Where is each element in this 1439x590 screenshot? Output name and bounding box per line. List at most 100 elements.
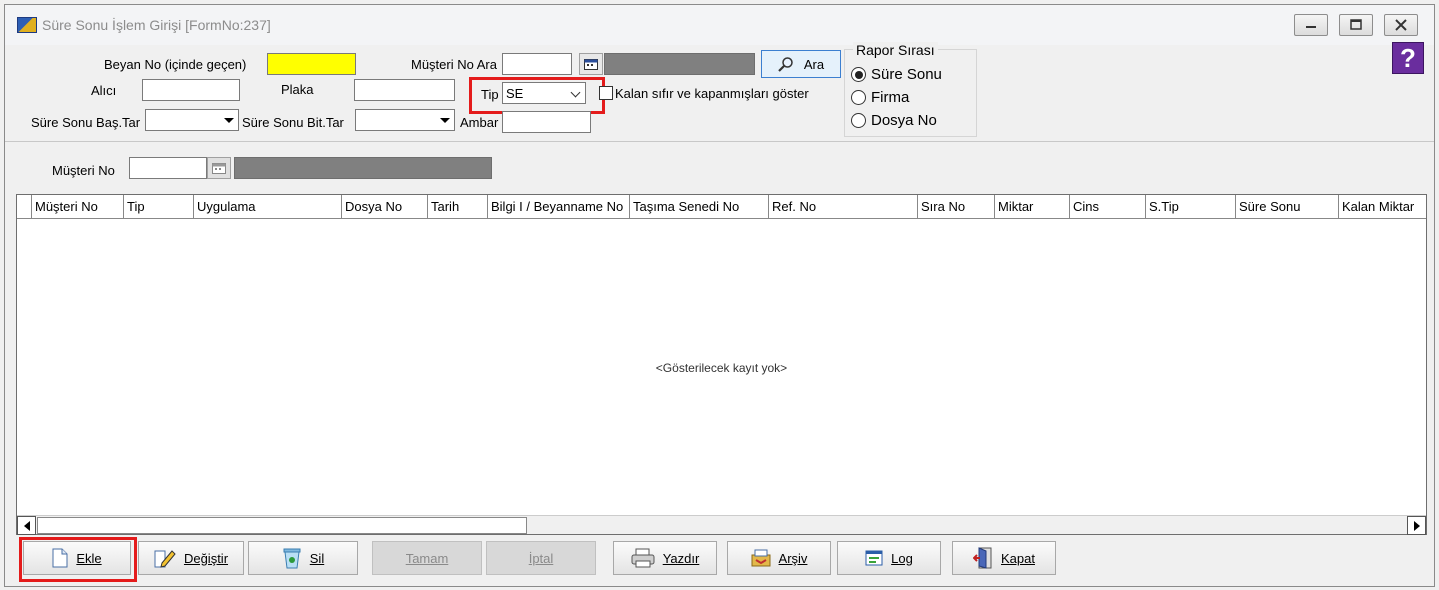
col-header[interactable]: Kalan Miktar <box>1339 195 1426 219</box>
radio-firma[interactable]: Firma <box>851 89 909 106</box>
recycle-bin-icon <box>283 548 301 569</box>
degistir-button[interactable]: Değiştir <box>138 541 244 575</box>
sil-button[interactable]: Sil <box>248 541 358 575</box>
col-header[interactable]: Dosya No <box>342 195 428 219</box>
sure-sonu-bit-label: Süre Sonu Bit.Tar <box>242 115 344 130</box>
rapor-sirasi-legend: Rapor Sırası <box>853 42 938 58</box>
radio-selected-icon <box>851 67 866 82</box>
main-window: Süre Sonu İşlem Girişi [FormNo:237] ? Be… <box>4 4 1435 587</box>
empty-message: <Gösterilecek kayıt yok> <box>655 361 788 375</box>
degistir-label: Değiştir <box>183 550 229 566</box>
highlight-tip <box>469 77 605 114</box>
ara-button-label: Ara <box>803 56 825 72</box>
scroll-left-button[interactable] <box>17 516 36 535</box>
beyan-no-label: Beyan No (içinde geçen) <box>104 57 247 72</box>
col-header[interactable]: Süre Sonu <box>1236 195 1339 219</box>
minimize-button[interactable] <box>1294 14 1328 36</box>
kalan-label: Kalan sıfır ve kapanmışları göster <box>615 86 809 101</box>
col-header[interactable]: S.Tip <box>1146 195 1236 219</box>
col-header[interactable]: Bilgi I / Beyanname No <box>488 195 630 219</box>
musteri-name-display <box>604 53 755 75</box>
radio-unselected-icon <box>851 90 866 105</box>
radio-firma-label: Firma <box>871 89 910 106</box>
dropdown-arrow-icon <box>224 118 234 123</box>
yazdir-label: Yazdır <box>662 550 700 566</box>
beyan-no-input[interactable] <box>267 53 356 75</box>
log-label: Log <box>891 550 913 566</box>
sil-label: Sil <box>309 550 325 566</box>
yazdir-button[interactable]: Yazdır <box>613 541 717 575</box>
alici-input[interactable] <box>142 79 240 101</box>
scroll-thumb[interactable] <box>37 517 527 534</box>
calendar-icon <box>212 162 226 174</box>
minimize-icon <box>1306 26 1316 28</box>
dropdown-arrow-icon <box>440 118 450 123</box>
sure-sonu-bas-date[interactable] <box>145 109 239 131</box>
alici-label: Alıcı <box>91 83 117 98</box>
edit-document-icon <box>154 550 176 568</box>
col-header[interactable]: Cins <box>1070 195 1146 219</box>
musteri-no-name-display <box>234 157 492 179</box>
search-icon <box>778 57 793 72</box>
col-header[interactable]: Müşteri No <box>32 195 124 219</box>
tamam-label: Tamam <box>405 550 449 566</box>
kapat-button[interactable]: Kapat <box>952 541 1056 575</box>
calendar-icon <box>584 58 598 70</box>
sure-sonu-bit-date[interactable] <box>355 109 455 131</box>
printer-icon <box>631 548 655 568</box>
sure-sonu-bas-label: Süre Sonu Baş.Tar <box>31 115 141 130</box>
radio-unselected-icon <box>851 113 866 128</box>
kapat-label: Kapat <box>1001 550 1035 566</box>
col-header[interactable]: Sıra No <box>918 195 995 219</box>
musteri-no-input[interactable] <box>129 157 207 179</box>
maximize-button[interactable] <box>1339 14 1373 36</box>
log-window-icon <box>865 550 883 566</box>
col-header[interactable]: Tip <box>124 195 194 219</box>
scroll-right-button[interactable] <box>1407 516 1426 535</box>
app-logo-icon <box>17 17 37 33</box>
arsiv-label: Arşiv <box>778 550 808 566</box>
ambar-input[interactable] <box>502 111 591 133</box>
plaka-label: Plaka <box>281 82 314 97</box>
window-title: Süre Sonu İşlem Girişi [FormNo:237] <box>42 17 271 33</box>
ara-button[interactable]: Ara <box>761 50 841 78</box>
title-bar: Süre Sonu İşlem Girişi [FormNo:237] <box>5 5 1434 45</box>
col-header[interactable]: Taşıma Senedi No <box>630 195 769 219</box>
close-icon <box>1395 19 1407 31</box>
log-button[interactable]: Log <box>837 541 941 575</box>
kalan-checkbox[interactable] <box>599 86 613 100</box>
ambar-label: Ambar <box>460 115 499 130</box>
radio-sure-sonu-label: Süre Sonu <box>871 66 942 83</box>
filter-separator <box>5 141 1434 142</box>
musteri-lookup-button[interactable] <box>579 53 603 75</box>
close-button[interactable] <box>1384 14 1418 36</box>
highlight-ekle <box>19 537 137 582</box>
col-header[interactable]: Tarih <box>428 195 488 219</box>
col-header[interactable]: Uygulama <box>194 195 342 219</box>
arsiv-button[interactable]: Arşiv <box>727 541 831 575</box>
iptal-button[interactable]: İptal <box>486 541 596 575</box>
row-indicator-header <box>17 195 32 219</box>
archive-icon <box>751 549 771 567</box>
musteri-no-ara-label: Müşteri No Ara <box>411 57 497 72</box>
maximize-icon <box>1350 19 1362 30</box>
exit-door-icon <box>973 547 992 569</box>
col-header[interactable]: Miktar <box>995 195 1070 219</box>
musteri-no-lookup-button[interactable] <box>207 157 231 179</box>
iptal-label: İptal <box>528 550 554 566</box>
musteri-no-label: Müşteri No <box>52 163 115 178</box>
radio-sure-sonu[interactable]: Süre Sonu <box>851 66 942 83</box>
horizontal-scrollbar[interactable] <box>17 515 1426 535</box>
plaka-input[interactable] <box>354 79 455 101</box>
radio-dosya-no[interactable]: Dosya No <box>851 112 937 129</box>
radio-dosya-no-label: Dosya No <box>871 112 937 129</box>
rapor-sirasi-group: Rapor Sırası Süre Sonu Firma Dosya No <box>844 42 977 137</box>
musteri-no-ara-input[interactable] <box>502 53 572 75</box>
help-icon[interactable]: ? <box>1392 42 1424 74</box>
col-header[interactable]: Ref. No <box>769 195 918 219</box>
results-grid[interactable]: Müşteri No Tip Uygulama Dosya No Tarih B… <box>16 194 1427 535</box>
grid-header: Müşteri No Tip Uygulama Dosya No Tarih B… <box>17 195 1426 219</box>
arrow-left-icon <box>23 520 30 531</box>
tamam-button[interactable]: Tamam <box>372 541 482 575</box>
arrow-right-icon <box>1413 520 1420 531</box>
